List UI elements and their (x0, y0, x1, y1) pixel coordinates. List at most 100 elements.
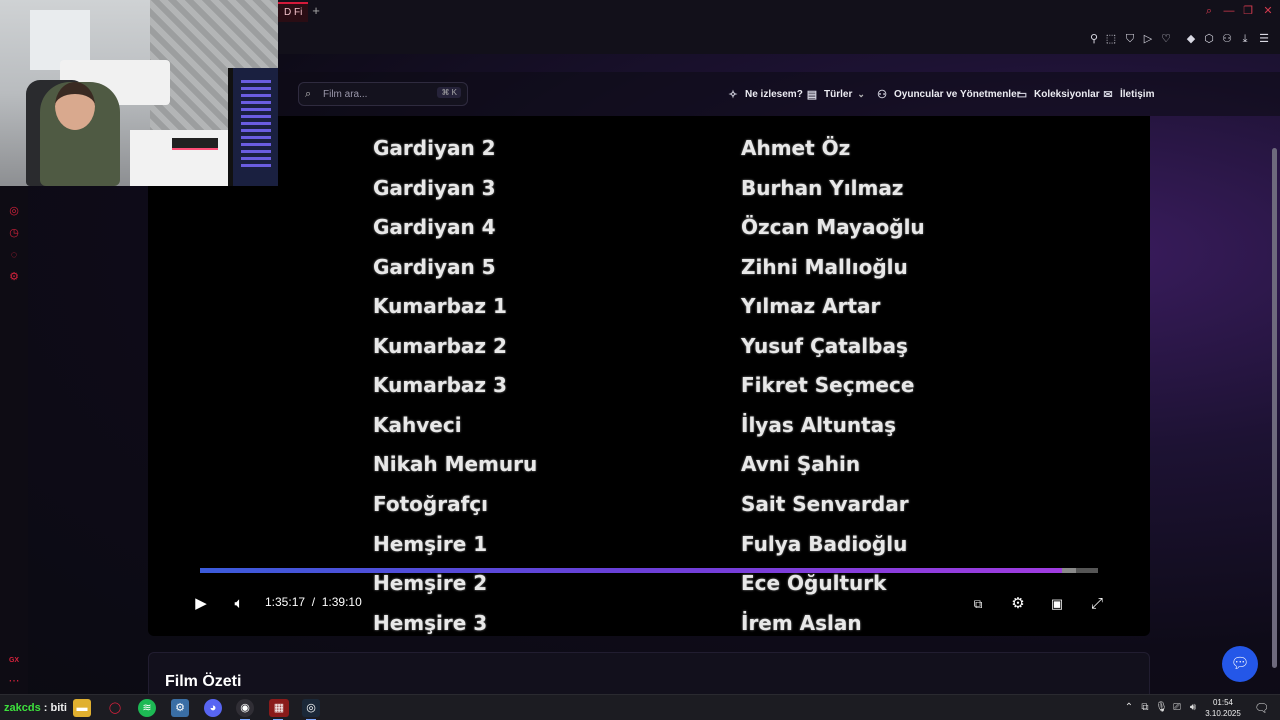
chat-icon[interactable]: ◌ (7, 248, 21, 262)
chat-button[interactable]: 💬︎ (1222, 646, 1258, 682)
webcam-monitor (228, 68, 278, 186)
credit-role: Hemşire 2 (373, 571, 488, 595)
clock-date: 3.10.2025 (1205, 709, 1241, 718)
video-player[interactable]: Gardiyan 2 Gardiyan 3 Gardiyan 4 Gardiya… (148, 116, 1150, 636)
search-input[interactable] (323, 86, 433, 102)
account-icon[interactable]: ⚇ (1220, 32, 1234, 46)
opera-icon[interactable]: ◯ (106, 699, 124, 717)
minimize-icon[interactable]: — (1222, 4, 1236, 18)
spotify-icon[interactable]: ≋ (138, 699, 156, 717)
steam-icon[interactable]: ◎ (302, 699, 320, 720)
tray-app-icon[interactable]: ⧉ (1139, 701, 1151, 715)
credit-role: Kumarbaz 1 (373, 294, 507, 318)
credit-role: Hemşire 3 (373, 611, 488, 635)
webcam-head (55, 82, 95, 130)
settings-icon[interactable]: ⚙ (1008, 594, 1028, 614)
credit-role: Gardiyan 2 (373, 136, 496, 160)
credit-actor: İrem Aslan (741, 611, 862, 635)
discord-icon[interactable]: ◕ (204, 699, 222, 717)
play-button[interactable]: ▶ (191, 594, 211, 614)
summary-title: Film Özeti (165, 673, 242, 690)
heart-icon[interactable]: ♡ (1159, 32, 1173, 46)
nav-item-label: Türler (824, 88, 853, 100)
current-time: 1:35:17 (265, 595, 306, 609)
taskbar-user-label: zakcds : biti (4, 702, 67, 714)
credit-actor: Avni Şahin (741, 452, 861, 476)
credit-actor: Yusuf Çatalbaş (741, 334, 908, 358)
scrollbar-thumb[interactable] (1272, 148, 1277, 668)
chevron-down-icon: ⌄ (857, 88, 865, 99)
target-icon[interactable]: ◎ (7, 204, 21, 218)
pin-icon[interactable]: ⚲ (1087, 32, 1101, 46)
credit-actor: Zihni Mallıoğlu (741, 255, 908, 279)
nav-item-label: Ne izlesem? (745, 88, 803, 100)
credit-actor: Fulya Badioğlu (741, 532, 908, 556)
settings-icon[interactable]: ⚙ (7, 270, 21, 284)
restore-icon[interactable]: ❐ (1241, 4, 1255, 18)
credit-role: Kumarbaz 3 (373, 373, 507, 397)
chat-bubble-icon: 💬︎ (1230, 655, 1250, 672)
nav-item-label: İletişim (1120, 88, 1155, 100)
credit-role: Gardiyan 5 (373, 255, 496, 279)
credit-actor: Ahmet Öz (741, 136, 851, 160)
clock-time: 01:54 (1212, 698, 1234, 707)
webcam-keyboard (172, 138, 218, 150)
search-icon[interactable]: ⌕ (1202, 4, 1216, 18)
shield-icon[interactable]: ⛉ (1123, 32, 1137, 46)
app-thumbnail-icon[interactable]: ▦ (269, 699, 289, 720)
time-display: 1:35:17 / 1:39:10 (265, 595, 362, 609)
file-explorer-icon[interactable]: ▬ (73, 699, 91, 717)
snapshot-icon[interactable]: ⬚ (1104, 32, 1118, 46)
clock-icon[interactable]: ◷ (7, 226, 21, 240)
webcam-overlay (0, 0, 278, 186)
credit-actor: Fikret Seçmece (741, 373, 915, 397)
credit-role: Kumarbaz 2 (373, 334, 507, 358)
mail-icon: ✉ (1103, 88, 1113, 101)
page-scrollbar[interactable] (1270, 72, 1278, 692)
network-icon[interactable]: ⎚ (1171, 701, 1183, 715)
credit-actor: Burhan Yılmaz (741, 176, 904, 200)
credit-actor: Ece Oğulturk (741, 571, 887, 595)
film-icon: ▤ (806, 88, 818, 101)
cast-icon[interactable]: ⧉ (968, 594, 988, 614)
new-tab-button[interactable]: + (309, 4, 323, 18)
credit-actor: Yılmaz Artar (741, 294, 881, 318)
menu-icon[interactable]: ☰ (1257, 32, 1271, 46)
fullscreen-icon[interactable]: ⤢ (1087, 594, 1107, 614)
speaker-icon[interactable]: 🔊︎ (1187, 701, 1199, 715)
seek-bar[interactable] (200, 568, 1098, 573)
credit-actor: Sait Senvardar (741, 492, 909, 516)
time-separator: / (311, 595, 316, 609)
tray-chevron-icon[interactable]: ⌃ (1123, 701, 1135, 715)
download-icon[interactable]: ⤓ (1238, 32, 1252, 46)
browser-tab[interactable]: D Fi (278, 2, 309, 22)
extensions-icon[interactable]: ⬡ (1202, 32, 1216, 46)
nav-item-ne-izlesem[interactable]: ✧ Ne izlesem? (726, 86, 803, 102)
microphone-icon[interactable]: 🎙︎ (1155, 701, 1168, 715)
search-box[interactable]: ⌕ ⌘ K (298, 82, 468, 106)
search-shortcut: ⌘ K (437, 87, 461, 98)
pip-icon[interactable]: ▣ (1047, 594, 1067, 614)
screen: D Fi + ⌕ — ❐ ✕ ⚲ ⬚ ⛉ ▷ ♡ ◆ ⬡ ⚇ ⤓ ☰ ◎ ◷ ◌… (0, 0, 1280, 720)
play-icon[interactable]: ▷ (1141, 32, 1155, 46)
close-icon[interactable]: ✕ (1261, 4, 1275, 18)
nav-item-koleksiyonlar[interactable]: ▭ Koleksiyonlar (1015, 86, 1100, 102)
users-icon: ⚇ (877, 88, 887, 101)
nav-item-turler[interactable]: ▤ Türler ⌄ (805, 86, 865, 102)
folder-icon: ▭ (1016, 88, 1028, 101)
credit-role: Nikah Memuru (373, 452, 538, 476)
credit-role: Gardiyan 3 (373, 176, 496, 200)
notification-icon[interactable]: 🗨︎ (1254, 701, 1269, 715)
more-icon[interactable]: ⋯ (7, 674, 21, 688)
credit-actor: İlyas Altuntaş (741, 413, 897, 437)
cube-icon[interactable]: ◆ (1184, 32, 1198, 46)
nav-item-oyuncular[interactable]: ⚇ Oyuncular ve Yönetmenler (875, 86, 1020, 102)
progress-fill (200, 568, 1063, 573)
app-icon[interactable]: ⚙ (171, 699, 189, 717)
volume-button[interactable]: 🔈︎ (229, 594, 249, 614)
obs-icon[interactable]: ◉ (236, 699, 254, 720)
taskbar-clock[interactable]: 01:54 3.10.2025 (1200, 697, 1246, 719)
nav-item-iletisim[interactable]: ✉ İletişim (1101, 86, 1154, 102)
duration: 1:39:10 (321, 595, 362, 609)
gx-label: GX (8, 657, 20, 664)
